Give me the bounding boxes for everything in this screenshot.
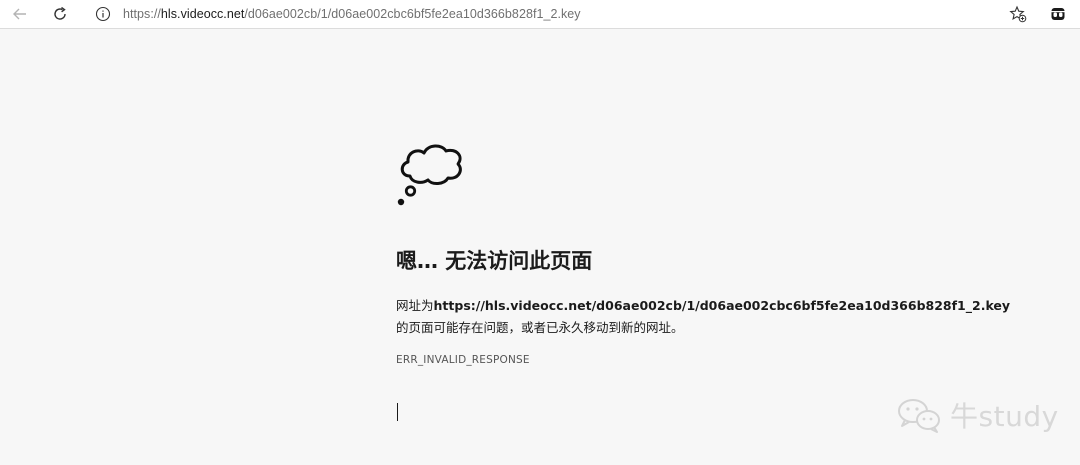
site-info-button[interactable] (92, 3, 114, 25)
thought-cloud-icon (397, 144, 462, 206)
url-path: /d06ae002cb/1/d06ae002cbc6bf5fe2ea10d366… (244, 7, 581, 21)
info-icon (95, 6, 111, 22)
error-title: 嗯… 无法访问此页面 (396, 249, 593, 273)
error-code: ERR_INVALID_RESPONSE (396, 354, 530, 366)
error-url-prefix: 网址为 (396, 298, 434, 313)
refresh-button[interactable] (48, 3, 72, 25)
arrow-left-icon (13, 8, 26, 20)
back-button[interactable] (8, 3, 32, 25)
add-favorite-button[interactable] (1006, 3, 1030, 25)
refresh-icon (54, 6, 66, 20)
address-bar[interactable]: https://hls.videocc.net/d06ae002cb/1/d06… (84, 2, 1040, 26)
extension-button[interactable] (1046, 3, 1070, 25)
address-url[interactable]: https://hls.videocc.net/d06ae002cb/1/d06… (123, 7, 581, 21)
wechat-icon (898, 399, 940, 433)
text-caret (397, 403, 398, 421)
browser-toolbar: https://hls.videocc.net/d06ae002cb/1/d06… (0, 0, 1080, 29)
error-description-line2: 的页面可能存在问题，或者已永久移动到新的网址。 (396, 320, 684, 335)
star-add-icon (1009, 5, 1027, 23)
extension-icon (1051, 8, 1065, 20)
url-host: hls.videocc.net (160, 7, 245, 21)
watermark: 牛study (896, 395, 1059, 435)
watermark-text: 牛study (950, 400, 1059, 433)
error-description-line1: 网址为https://hls.videocc.net/d06ae002cb/1/… (396, 295, 1010, 314)
url-prefix: https:// (123, 7, 161, 21)
error-url: https://hls.videocc.net/d06ae002cb/1/d06… (433, 298, 1011, 313)
